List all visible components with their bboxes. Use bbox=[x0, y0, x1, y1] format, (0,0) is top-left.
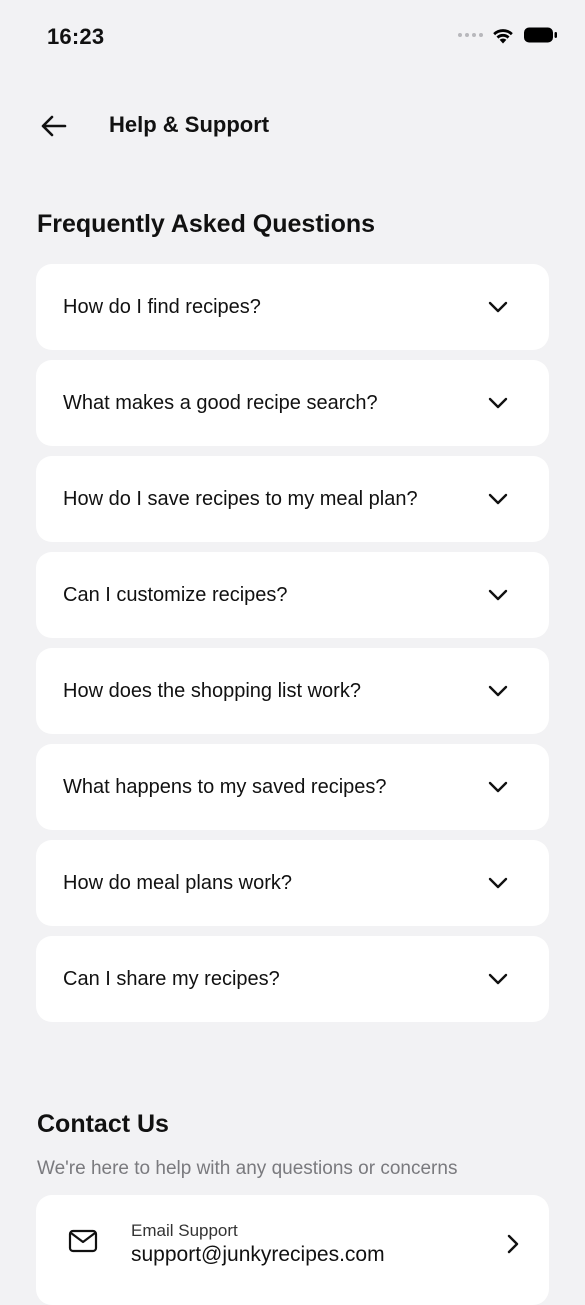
faq-item[interactable]: Can I share my recipes? bbox=[36, 936, 549, 1022]
faq-question: What makes a good recipe search? bbox=[63, 392, 378, 414]
chevron-down-icon bbox=[488, 589, 508, 601]
faq-question: Can I share my recipes? bbox=[63, 968, 280, 990]
contact-section-title: Contact Us bbox=[37, 1110, 169, 1138]
faq-question: What happens to my saved recipes? bbox=[63, 776, 387, 798]
chevron-down-icon bbox=[488, 397, 508, 409]
faq-item[interactable]: How does the shopping list work? bbox=[36, 648, 549, 734]
chevron-down-icon bbox=[488, 685, 508, 697]
faq-item[interactable]: Can I customize recipes? bbox=[36, 552, 549, 638]
faq-item[interactable]: What makes a good recipe search? bbox=[36, 360, 549, 446]
chevron-down-icon bbox=[488, 301, 508, 313]
faq-question: How do meal plans work? bbox=[63, 872, 292, 894]
arrow-left-icon bbox=[41, 115, 67, 137]
wifi-icon bbox=[493, 29, 513, 44]
faq-item[interactable]: How do I save recipes to my meal plan? bbox=[36, 456, 549, 542]
signal-icon bbox=[458, 33, 483, 37]
email-support-label: Email Support bbox=[131, 1221, 238, 1240]
faq-question: How do I save recipes to my meal plan? bbox=[63, 488, 418, 510]
faq-question: How does the shopping list work? bbox=[63, 680, 361, 702]
faq-section-title: Frequently Asked Questions bbox=[37, 210, 376, 238]
faq-item[interactable]: How do meal plans work? bbox=[36, 840, 549, 926]
faq-question: How do I find recipes? bbox=[63, 296, 261, 318]
chevron-down-icon bbox=[488, 493, 508, 505]
status-bar: 16:23 bbox=[0, 0, 585, 74]
chevron-down-icon bbox=[488, 973, 508, 985]
email-support-address: support@junkyrecipes.com bbox=[131, 1243, 385, 1266]
faq-question: Can I customize recipes? bbox=[63, 584, 288, 606]
back-button[interactable] bbox=[32, 106, 74, 146]
faq-list: How do I find recipes? What makes a good… bbox=[36, 264, 549, 1032]
mail-icon bbox=[68, 1229, 98, 1253]
faq-item[interactable]: How do I find recipes? bbox=[36, 264, 549, 350]
contact-subtitle: We're here to help with any questions or… bbox=[37, 1158, 458, 1179]
chevron-right-icon bbox=[507, 1234, 519, 1254]
chevron-down-icon bbox=[488, 877, 508, 889]
email-support-card[interactable]: Email Support support@junkyrecipes.com bbox=[36, 1195, 549, 1305]
faq-item[interactable]: What happens to my saved recipes? bbox=[36, 744, 549, 830]
header: Help & Support bbox=[0, 96, 585, 156]
battery-icon bbox=[524, 27, 557, 43]
page-title: Help & Support bbox=[109, 112, 270, 137]
status-icons bbox=[458, 26, 559, 44]
status-time: 16:23 bbox=[47, 24, 105, 49]
chevron-down-icon bbox=[488, 781, 508, 793]
